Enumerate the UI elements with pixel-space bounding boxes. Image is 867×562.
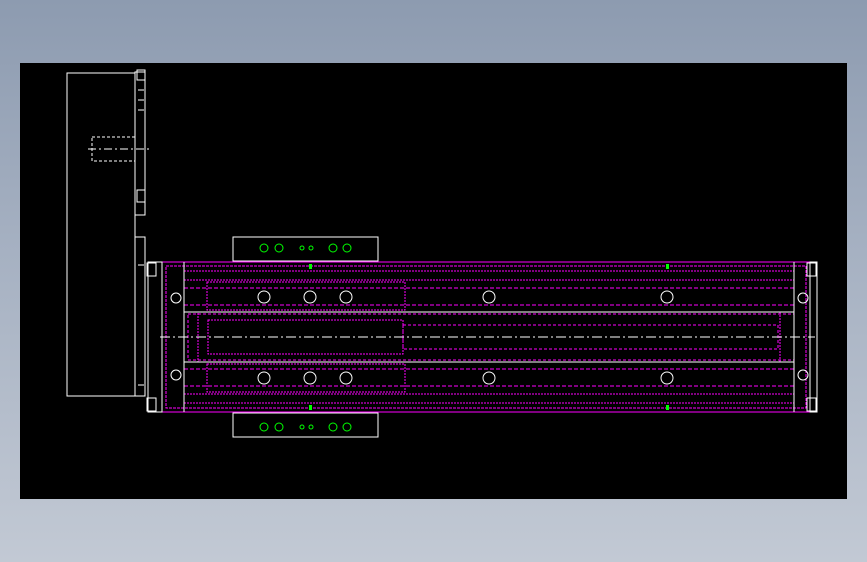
motor-flange-bottom [134,236,146,397]
cad-viewport[interactable] [20,63,847,499]
motor-shaft [91,136,136,162]
end-cap-left [146,261,163,413]
carriage-plate-bottom [232,412,379,438]
cad-drawing [66,69,818,438]
motor-connector-mid [136,189,146,203]
motor-housing [66,69,150,397]
rail-structure [160,262,815,412]
motor-body [66,72,136,397]
carriage-plate-top [232,236,379,262]
